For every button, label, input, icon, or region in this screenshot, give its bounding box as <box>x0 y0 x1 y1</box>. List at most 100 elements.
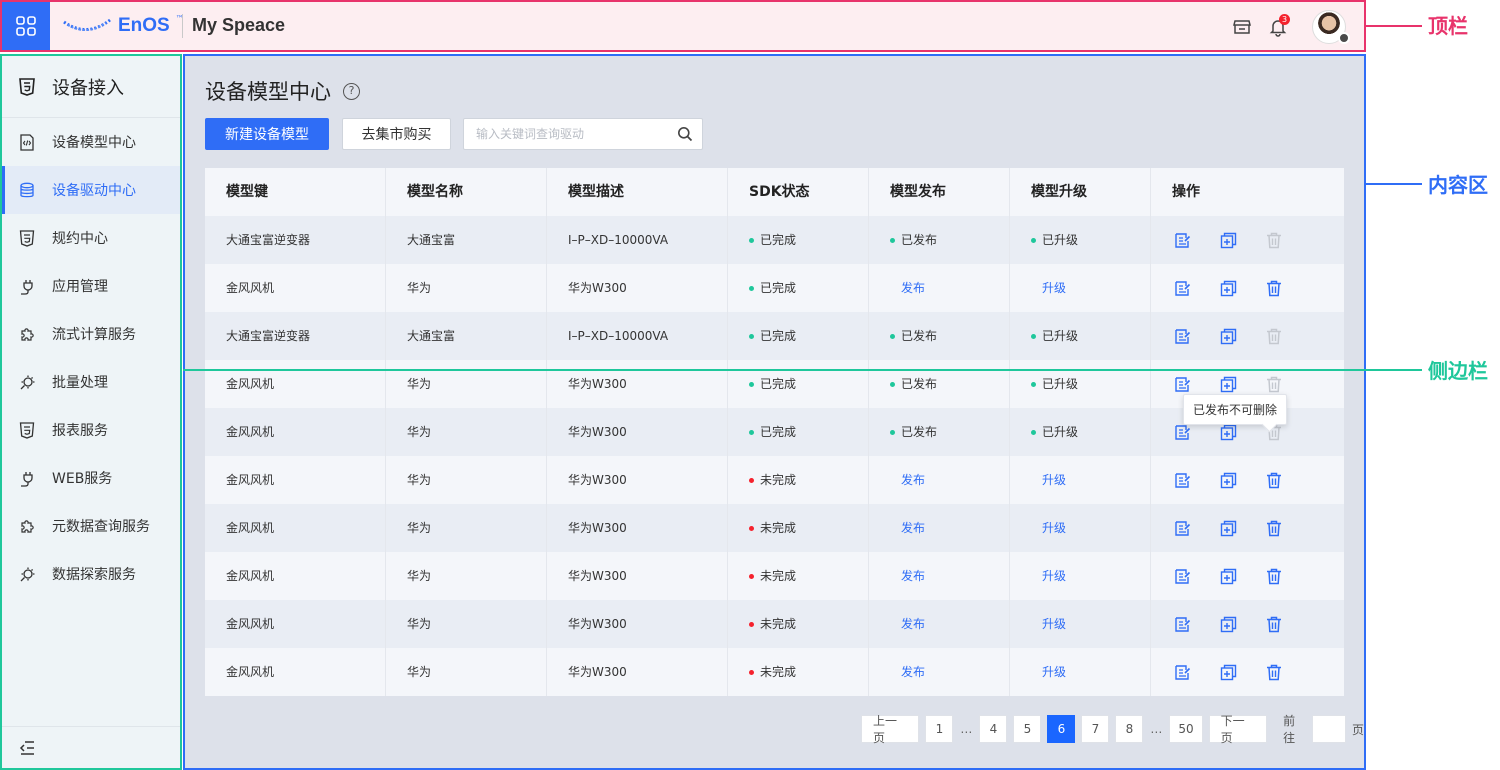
edit-icon[interactable] <box>1172 278 1192 298</box>
sidebar-item-label: 报表服务 <box>52 423 108 439</box>
status-dot-icon <box>749 333 754 339</box>
search-input[interactable] <box>464 119 664 149</box>
copy-icon[interactable] <box>1218 566 1238 586</box>
delete-icon[interactable] <box>1264 518 1284 538</box>
sidebar-collapse-button[interactable] <box>2 726 180 768</box>
database-icon <box>18 181 36 199</box>
prev-page-button[interactable]: 上一页 <box>861 714 920 745</box>
delete-icon[interactable] <box>1264 662 1284 682</box>
page-list: 1 … 4 5 6 7 8 … 50 <box>925 715 1203 743</box>
sidebar-item-6[interactable]: 批量处理 <box>2 358 180 406</box>
edit-icon[interactable] <box>1172 230 1192 250</box>
pagination-ellipsis: … <box>960 722 973 736</box>
publish-link[interactable]: 发布 <box>890 648 925 696</box>
sidebar-item-5[interactable]: 流式计算服务 <box>2 310 180 358</box>
goto-page-input[interactable] <box>1311 715 1346 743</box>
sdk-status-text: 已完成 <box>760 377 797 391</box>
table-row: 大通宝富逆变器 大通宝富 I–P–XD–10000VA 已完成 已发布 已升级 <box>205 216 1344 264</box>
copy-icon[interactable] <box>1218 374 1238 394</box>
notification-button[interactable]: 3 <box>1267 14 1290 38</box>
delete-icon[interactable] <box>1264 566 1284 586</box>
delete-icon[interactable] <box>1264 278 1284 298</box>
sidebar-item-3[interactable]: 规约中心 <box>2 214 180 262</box>
search-button[interactable] <box>677 126 693 146</box>
page-button[interactable]: 8 <box>1115 715 1144 743</box>
copy-icon[interactable] <box>1218 614 1238 634</box>
column-header: 模型键 <box>205 168 386 216</box>
help-icon[interactable]: ? <box>343 82 360 100</box>
sidebar-item-7[interactable]: 报表服务 <box>2 406 180 454</box>
edit-icon[interactable] <box>1172 518 1192 538</box>
edit-icon[interactable] <box>1172 566 1192 586</box>
edit-icon[interactable] <box>1172 470 1192 490</box>
status-dot-icon <box>890 381 895 387</box>
copy-icon[interactable] <box>1218 422 1238 442</box>
sidebar-item-8[interactable]: WEB服务 <box>2 454 180 502</box>
sidebar-item-10[interactable]: 数据探索服务 <box>2 550 180 598</box>
upgrade-link[interactable]: 升级 <box>1031 600 1066 648</box>
copy-icon[interactable] <box>1218 518 1238 538</box>
copy-icon[interactable] <box>1218 662 1238 682</box>
page-button[interactable]: 5 <box>1013 715 1042 743</box>
cell-upgrade: 升级 <box>1010 264 1151 312</box>
edit-icon[interactable] <box>1172 374 1192 394</box>
enos-logo[interactable]: EnOS ™ <box>62 14 184 38</box>
cell-operations <box>1151 456 1344 504</box>
table-row: 金风风机 华为 华为W300 已完成 已发布 已升级 <box>205 408 1344 456</box>
cell-model-desc: 华为W300 <box>547 648 728 696</box>
sidebar-item-9[interactable]: 元数据查询服务 <box>2 502 180 550</box>
publish-link[interactable]: 发布 <box>890 264 925 312</box>
copy-icon[interactable] <box>1218 278 1238 298</box>
publish-status-text: 已发布 <box>901 233 938 247</box>
next-page-button[interactable]: 下一页 <box>1208 714 1268 745</box>
page-button[interactable]: 6 <box>1047 715 1076 743</box>
copy-icon[interactable] <box>1218 230 1238 250</box>
sidebar-item-2[interactable]: 设备驱动中心 <box>2 166 180 214</box>
publish-link[interactable]: 发布 <box>890 456 925 504</box>
upgrade-link[interactable]: 升级 <box>1031 552 1066 600</box>
cell-model-key: 金风风机 <box>205 552 386 600</box>
copy-icon[interactable] <box>1218 326 1238 346</box>
upgrade-link[interactable]: 升级 <box>1031 648 1066 696</box>
status-dot-icon <box>749 573 754 579</box>
upgrade-link[interactable]: 升级 <box>1031 264 1066 312</box>
new-device-model-button[interactable]: 新建设备模型 <box>205 118 329 150</box>
status-dot-icon <box>749 381 754 387</box>
publish-link[interactable]: 发布 <box>890 504 925 552</box>
upgrade-link[interactable]: 升级 <box>1031 456 1066 504</box>
cell-sdk-status: 未完成 <box>728 648 869 696</box>
copy-icon[interactable] <box>1218 470 1238 490</box>
status-dot-icon <box>1031 237 1036 243</box>
cell-model-desc: 华为W300 <box>547 360 728 408</box>
sidebar-item-label: 应用管理 <box>52 279 108 295</box>
edit-icon[interactable] <box>1172 614 1192 634</box>
go-market-button[interactable]: 去集市购买 <box>342 118 451 150</box>
cell-publish: 发布 <box>869 264 1010 312</box>
page-button[interactable]: 1 <box>925 715 954 743</box>
sidebar-item-4[interactable]: 应用管理 <box>2 262 180 310</box>
store-button[interactable] <box>1231 16 1253 38</box>
page-button[interactable]: 50 <box>1169 715 1203 743</box>
sdk-status-text: 未完成 <box>760 665 797 679</box>
sidebar-item-label: 设备驱动中心 <box>52 183 136 199</box>
page-button[interactable]: 4 <box>979 715 1008 743</box>
sidebar-menu: 设备模型中心设备驱动中心规约中心应用管理流式计算服务 批量处理报表服务 WEB服务元… <box>2 118 180 598</box>
sidebar-item-1[interactable]: 设备模型中心 <box>2 118 180 166</box>
edit-icon[interactable] <box>1172 422 1192 442</box>
edit-icon[interactable] <box>1172 662 1192 682</box>
cell-upgrade: 已升级 <box>1010 312 1151 360</box>
cell-model-desc: 华为W300 <box>547 504 728 552</box>
upgrade-link[interactable]: 升级 <box>1031 504 1066 552</box>
edit-icon[interactable] <box>1172 326 1192 346</box>
publish-status-text: 已发布 <box>901 425 938 439</box>
delete-icon[interactable] <box>1264 470 1284 490</box>
sdk-status-text: 未完成 <box>760 473 797 487</box>
upgrade-status-text: 已升级 <box>1042 377 1079 391</box>
publish-link[interactable]: 发布 <box>890 552 925 600</box>
publish-link[interactable]: 发布 <box>890 600 925 648</box>
page-button[interactable]: 7 <box>1081 715 1110 743</box>
table-row: 大通宝富逆变器 大通宝富 I–P–XD–10000VA 已完成 已发布 已升级 <box>205 312 1344 360</box>
delete-icon[interactable] <box>1264 614 1284 634</box>
cell-model-name: 华为 <box>386 504 547 552</box>
app-switcher-button[interactable] <box>2 2 50 50</box>
